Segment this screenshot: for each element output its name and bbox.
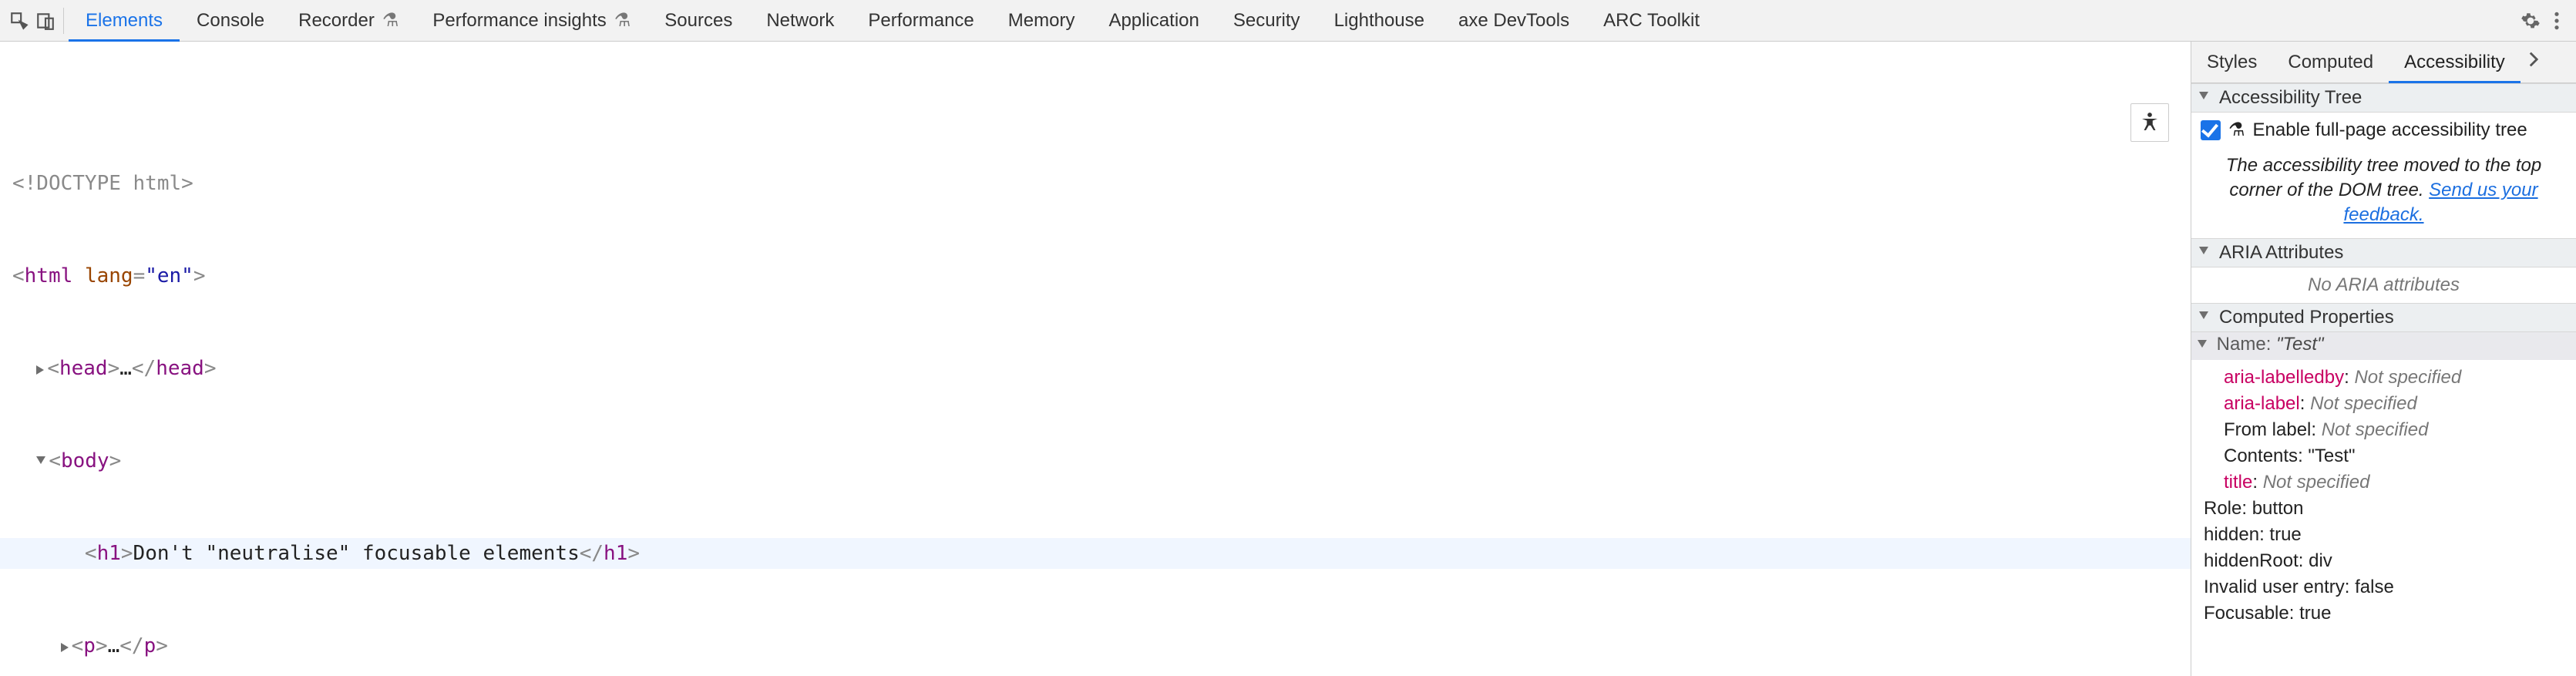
- computed-row: hidden: true: [2204, 522, 2564, 548]
- dom-line[interactable]: <p>…</p>: [0, 631, 2191, 661]
- computed-row: Role: button: [2204, 496, 2564, 522]
- sidebar-panel: Styles Computed Accessibility Accessibil…: [2191, 42, 2576, 676]
- more-icon[interactable]: [2544, 8, 2570, 34]
- computed-name-row[interactable]: Name: "Test": [2191, 332, 2576, 360]
- tab-axe-devtools[interactable]: axe DevTools: [1441, 0, 1586, 42]
- tab-memory[interactable]: Memory: [991, 0, 1092, 42]
- tab-performance-insights[interactable]: Performance insights⚗: [415, 0, 647, 42]
- checkbox-checked-icon[interactable]: [2201, 120, 2221, 140]
- devtools-tabbar: Elements Console Recorder⚗ Performance i…: [0, 0, 2576, 42]
- accessibility-tree-toggle-icon[interactable]: [2130, 103, 2169, 142]
- tab-application[interactable]: Application: [1091, 0, 1216, 42]
- chevron-right-icon[interactable]: [2521, 50, 2547, 74]
- section-accessibility-tree[interactable]: Accessibility Tree: [2191, 83, 2576, 113]
- side-tab-styles[interactable]: Styles: [2191, 42, 2272, 83]
- checkbox-label: Enable full-page accessibility tree: [2253, 119, 2527, 141]
- aria-attributes-empty: No ARIA attributes: [2191, 267, 2576, 303]
- tab-arc-toolkit[interactable]: ARC Toolkit: [1586, 0, 1717, 42]
- collapse-caret-icon[interactable]: [2198, 340, 2207, 348]
- dom-line[interactable]: <h1>Don't "neutralise" focusable element…: [0, 538, 2191, 569]
- section-title: Accessibility Tree: [2219, 87, 2362, 109]
- tab-performance[interactable]: Performance: [851, 0, 990, 42]
- section-aria-attributes[interactable]: ARIA Attributes: [2191, 238, 2576, 267]
- device-toolbar-icon[interactable]: [32, 8, 59, 34]
- tab-elements[interactable]: Elements: [69, 0, 180, 42]
- tab-security[interactable]: Security: [1216, 0, 1317, 42]
- tabbar-separator: [63, 8, 64, 34]
- tab-sources[interactable]: Sources: [647, 0, 749, 42]
- dom-line[interactable]: <head>…</head>: [0, 353, 2191, 384]
- expand-caret-icon[interactable]: [36, 365, 44, 375]
- tab-lighthouse[interactable]: Lighthouse: [1317, 0, 1441, 42]
- collapse-caret-icon[interactable]: [2199, 311, 2208, 319]
- expand-caret-icon[interactable]: [36, 456, 45, 464]
- computed-row: Focusable: true: [2204, 600, 2564, 627]
- flask-icon: ⚗: [382, 9, 399, 32]
- gear-icon[interactable]: [2517, 8, 2544, 34]
- collapse-caret-icon[interactable]: [2199, 247, 2208, 254]
- side-tab-accessibility[interactable]: Accessibility: [2389, 42, 2521, 83]
- collapse-caret-icon[interactable]: [2199, 92, 2208, 99]
- flask-icon: ⚗: [614, 9, 631, 32]
- dom-line[interactable]: <body>: [0, 446, 2191, 476]
- section-computed-properties[interactable]: Computed Properties: [2191, 303, 2576, 332]
- side-tab-computed[interactable]: Computed: [2272, 42, 2389, 83]
- accessibility-tree-note: The accessibility tree moved to the top …: [2191, 147, 2576, 238]
- computed-properties-body: aria-labelledby: Not specified aria-labe…: [2191, 360, 2576, 631]
- computed-row: From label: Not specified: [2204, 417, 2564, 443]
- computed-row: aria-labelledby: Not specified: [2204, 365, 2564, 391]
- computed-row: hiddenRoot: div: [2204, 548, 2564, 574]
- dom-line[interactable]: <html lang="en">: [0, 261, 2191, 291]
- tab-network[interactable]: Network: [749, 0, 851, 42]
- computed-row: aria-label: Not specified: [2204, 391, 2564, 417]
- flask-icon: ⚗: [2228, 119, 2245, 141]
- sidebar-tabs: Styles Computed Accessibility: [2191, 42, 2576, 83]
- expand-caret-icon[interactable]: [61, 643, 69, 652]
- tab-recorder[interactable]: Recorder⚗: [281, 0, 415, 42]
- section-title: Computed Properties: [2219, 307, 2394, 328]
- enable-full-page-tree-checkbox[interactable]: ⚗ Enable full-page accessibility tree: [2191, 113, 2576, 147]
- tab-console[interactable]: Console: [180, 0, 281, 42]
- section-title: ARIA Attributes: [2219, 242, 2343, 264]
- computed-row: Invalid user entry: false: [2204, 574, 2564, 600]
- computed-row: Contents: "Test": [2204, 443, 2564, 469]
- inspect-element-icon[interactable]: [6, 8, 32, 34]
- dom-line[interactable]: <!DOCTYPE html>: [0, 168, 2191, 199]
- computed-row: title: Not specified: [2204, 469, 2564, 496]
- dom-tree-panel[interactable]: <!DOCTYPE html> <html lang="en"> <head>……: [0, 42, 2191, 676]
